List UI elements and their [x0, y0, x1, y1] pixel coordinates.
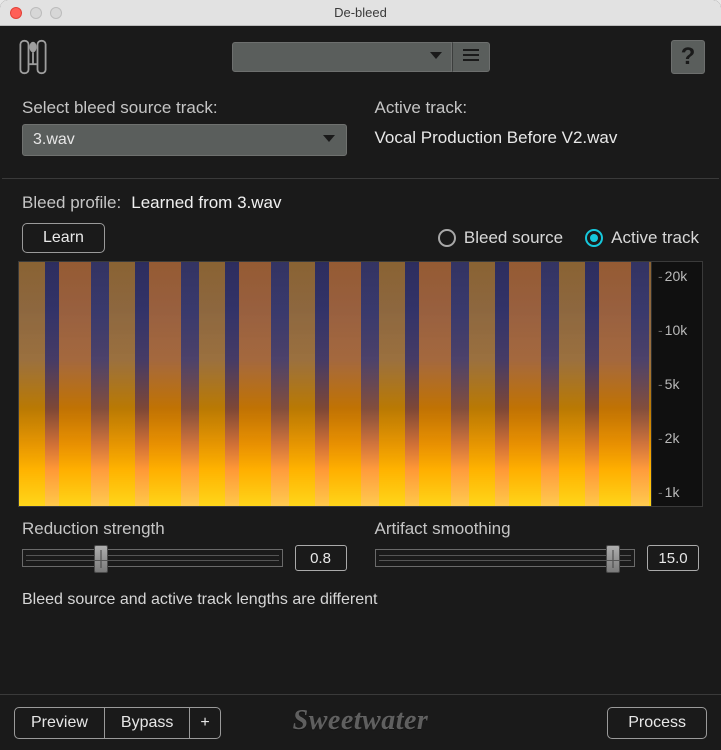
- bleed-profile-section: Bleed profile: Learned from 3.wav Learn …: [0, 179, 721, 253]
- topbar: ?: [0, 26, 721, 88]
- preset-dropdown[interactable]: [232, 42, 452, 72]
- view-radio-group: Bleed source Active track: [438, 228, 699, 248]
- radio-active-track[interactable]: Active track: [585, 228, 699, 248]
- spectrogram-canvas: [19, 262, 652, 506]
- bleed-profile-row: Bleed profile: Learned from 3.wav: [22, 193, 699, 213]
- artifact-smoothing-slider[interactable]: [375, 549, 636, 567]
- artifact-smoothing-col: Artifact smoothing 15.0: [375, 519, 700, 571]
- y-tick: 20k: [658, 268, 702, 284]
- y-tick: 1k: [658, 484, 702, 500]
- active-track-value: Vocal Production Before V2.wav: [375, 124, 700, 148]
- slider-thumb[interactable]: [94, 545, 108, 573]
- plus-button[interactable]: +: [190, 707, 220, 739]
- y-tick: 2k: [658, 430, 702, 446]
- microphone-icon: [16, 38, 50, 76]
- transport-buttons: Preview Bypass +: [14, 707, 221, 739]
- artifact-smoothing-value[interactable]: 15.0: [647, 545, 699, 571]
- reduction-strength-col: Reduction strength 0.8: [22, 519, 347, 571]
- bleed-source-col: Select bleed source track: 3.wav: [22, 98, 347, 156]
- active-track-col: Active track: Vocal Production Before V2…: [375, 98, 700, 156]
- spectrogram[interactable]: 20k 10k 5k 2k 1k: [18, 261, 703, 507]
- window-controls: [10, 7, 62, 19]
- bypass-button[interactable]: Bypass: [105, 707, 190, 739]
- slider-row: Reduction strength 0.8 Artifact smoothin…: [0, 507, 721, 571]
- titlebar: De-bleed: [0, 0, 721, 26]
- close-window-button[interactable]: [10, 7, 22, 19]
- warning-text: Bleed source and active track lengths ar…: [0, 571, 721, 615]
- radio-label-text: Active track: [611, 228, 699, 248]
- radio-icon: [585, 229, 603, 247]
- learn-button[interactable]: Learn: [22, 223, 105, 253]
- radio-bleed-source[interactable]: Bleed source: [438, 228, 563, 248]
- reduction-strength-slider[interactable]: [22, 549, 283, 567]
- bleed-source-label: Select bleed source track:: [22, 98, 347, 118]
- slider-thumb[interactable]: [606, 545, 620, 573]
- process-button[interactable]: Process: [607, 707, 707, 739]
- chevron-down-icon: [429, 48, 443, 66]
- plugin-body: ? Select bleed source track: 3.wav Activ…: [0, 26, 721, 750]
- radio-label-text: Bleed source: [464, 228, 563, 248]
- bleed-source-value: 3.wav: [33, 131, 75, 149]
- reduction-strength-label: Reduction strength: [22, 519, 347, 539]
- watermark: Sweetwater: [293, 705, 429, 737]
- window: De-bleed: [0, 0, 721, 750]
- spectrogram-y-axis: 20k 10k 5k 2k 1k: [652, 262, 702, 506]
- y-tick: 5k: [658, 376, 702, 392]
- artifact-smoothing-label: Artifact smoothing: [375, 519, 700, 539]
- chevron-down-icon: [322, 131, 336, 149]
- preset-area: [232, 42, 490, 72]
- bleed-source-dropdown[interactable]: 3.wav: [22, 124, 347, 156]
- radio-icon: [438, 229, 456, 247]
- bleed-profile-label: Bleed profile:: [22, 193, 121, 213]
- bottom-bar: Preview Bypass + Sweetwater Process: [0, 694, 721, 750]
- minimize-window-button[interactable]: [30, 7, 42, 19]
- learn-row: Learn Bleed source Active track: [22, 223, 699, 253]
- bleed-profile-value: Learned from 3.wav: [131, 193, 281, 213]
- y-tick: 10k: [658, 322, 702, 338]
- reduction-strength-value[interactable]: 0.8: [295, 545, 347, 571]
- zoom-window-button[interactable]: [50, 7, 62, 19]
- active-track-label: Active track:: [375, 98, 700, 118]
- preset-list-button[interactable]: [452, 42, 490, 72]
- window-title: De-bleed: [334, 5, 387, 20]
- help-button[interactable]: ?: [671, 40, 705, 74]
- preview-button[interactable]: Preview: [14, 707, 105, 739]
- list-icon: [462, 48, 480, 67]
- help-icon: ?: [681, 43, 696, 71]
- track-select-section: Select bleed source track: 3.wav Active …: [0, 88, 721, 178]
